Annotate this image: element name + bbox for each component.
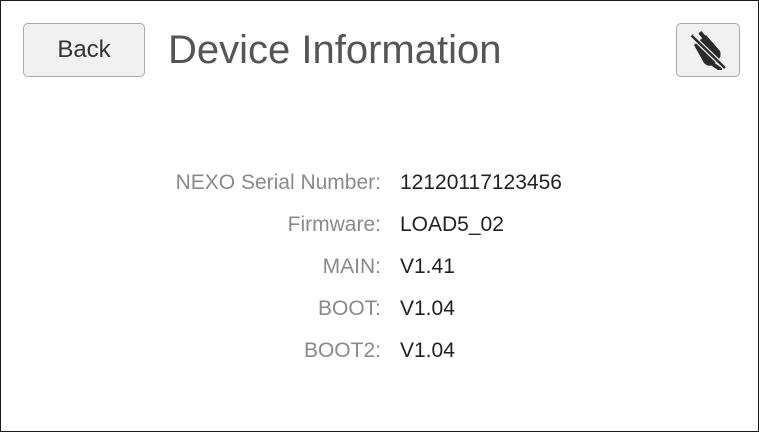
back-button[interactable]: Back <box>23 23 145 77</box>
disconnected-plug-icon <box>690 31 727 70</box>
main-version-value: V1.41 <box>400 255 455 278</box>
page-title: Device Information <box>168 28 502 72</box>
device-info-list: NEXO Serial Number: 12120117123456 Firmw… <box>1 163 758 373</box>
serial-number-value: 12120117123456 <box>400 171 562 194</box>
device-information-screen: Back Device Information NEXO Serial Numb… <box>0 0 759 432</box>
info-row-boot: BOOT: V1.04 <box>1 289 758 331</box>
info-row-serial-number: NEXO Serial Number: 12120117123456 <box>1 163 758 205</box>
connection-status-button[interactable] <box>676 23 740 77</box>
main-version-label: MAIN: <box>322 255 381 278</box>
info-row-main: MAIN: V1.41 <box>1 247 758 289</box>
firmware-value: LOAD5_02 <box>400 213 504 236</box>
info-row-boot2: BOOT2: V1.04 <box>1 331 758 373</box>
boot-version-label: BOOT: <box>317 297 381 320</box>
serial-number-label: NEXO Serial Number: <box>175 171 381 194</box>
boot2-version-value: V1.04 <box>400 339 455 362</box>
boot-version-value: V1.04 <box>400 297 455 320</box>
firmware-label: Firmware: <box>287 213 381 236</box>
boot2-version-label: BOOT2: <box>303 339 381 362</box>
info-row-firmware: Firmware: LOAD5_02 <box>1 205 758 247</box>
